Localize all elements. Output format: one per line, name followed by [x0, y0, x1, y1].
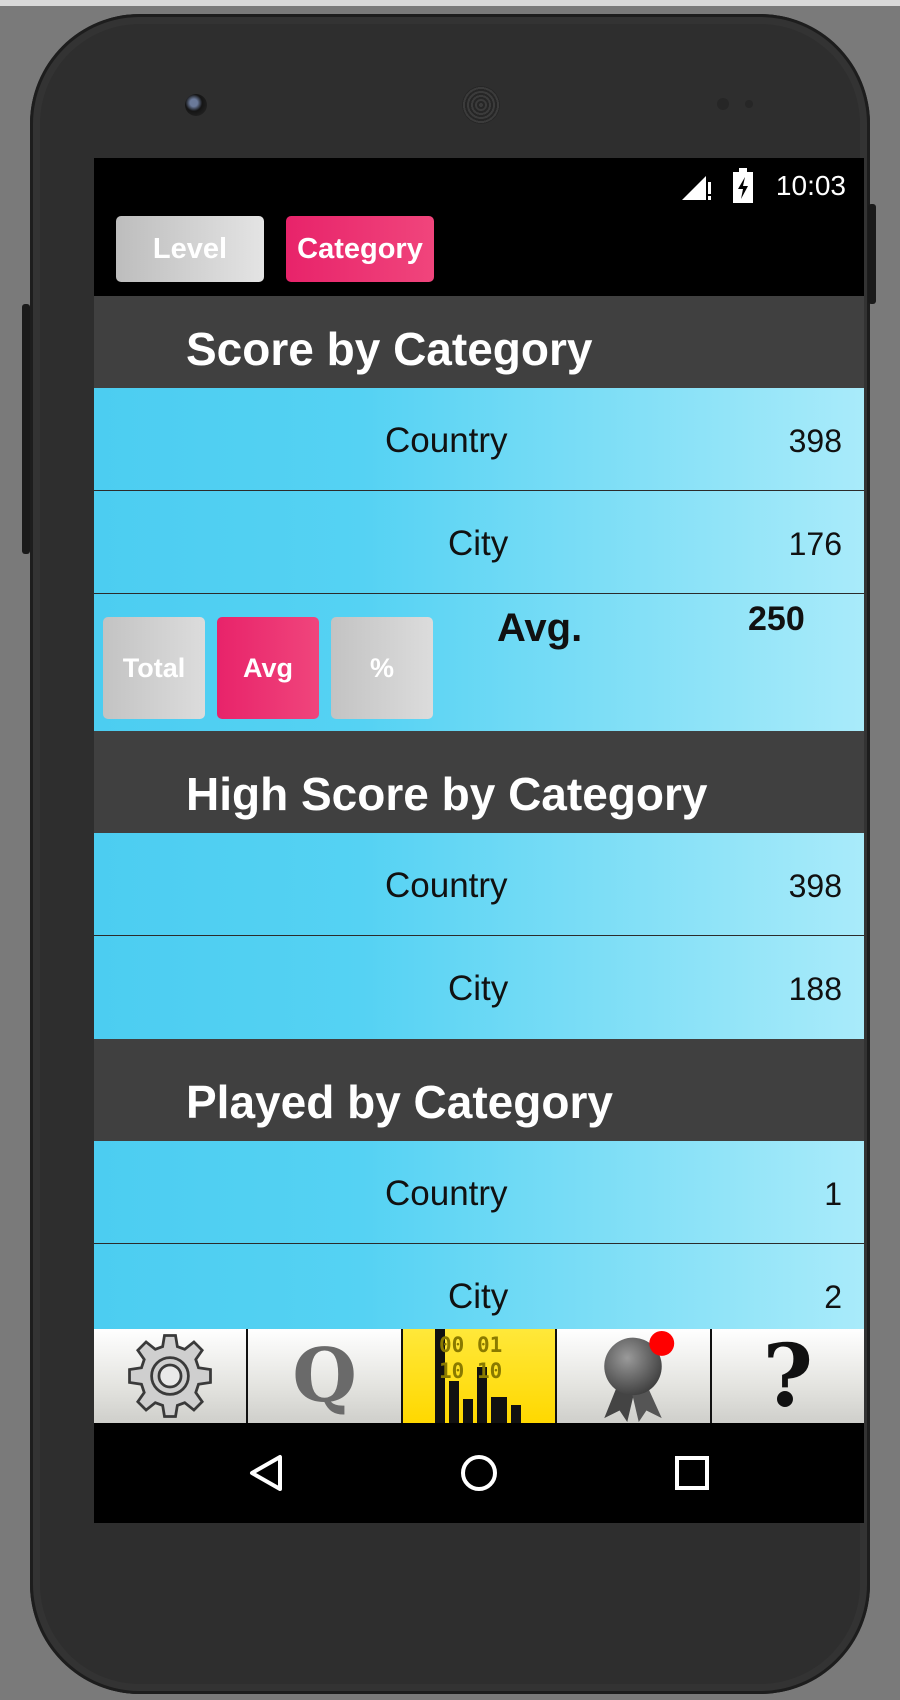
light-sensor	[745, 100, 753, 108]
award-ribbon-icon	[604, 1330, 675, 1422]
power-button	[868, 204, 876, 304]
quiz-q-icon: Q	[292, 1333, 357, 1419]
summary-value: 250	[748, 600, 805, 638]
row-category-label: Country	[385, 866, 508, 905]
binary-text-bottom: 10 10	[439, 1359, 503, 1383]
stats-binary-icon: 00 01 10 10	[431, 1329, 527, 1423]
table-row: Country 398	[94, 388, 864, 491]
status-time: 10:03	[775, 170, 846, 201]
help-question-icon: ?	[762, 1325, 814, 1427]
front-camera	[185, 94, 207, 116]
device-screen: 10:03 Level Category Score by Category C…	[94, 158, 864, 1523]
proximity-sensor	[717, 98, 729, 110]
bottom-nav: Q 00 01 10 10 ?	[94, 1326, 864, 1427]
nav-quiz[interactable]: Q	[248, 1329, 403, 1423]
section-header-played: Played by Category	[94, 1039, 864, 1141]
row-category-label: City	[448, 969, 509, 1008]
section-header-score: Score by Category	[94, 296, 864, 388]
table-row: Country 1	[94, 1141, 864, 1244]
nav-settings[interactable]	[94, 1329, 249, 1423]
section-title: High Score by Category	[186, 768, 708, 820]
stats-content[interactable]: Score by Category Country 398 City 176 T…	[94, 296, 864, 1329]
table-row: Country 398	[94, 833, 864, 936]
section-header-high-score: High Score by Category	[94, 731, 864, 833]
earpiece-speaker	[462, 86, 500, 124]
total-button[interactable]: Total	[103, 617, 205, 719]
back-icon[interactable]	[246, 1453, 286, 1493]
row-category-label: Country	[385, 1174, 508, 1213]
avg-button[interactable]: Avg	[217, 617, 319, 719]
battery-charging-icon	[733, 168, 753, 203]
summary-label: Avg.	[497, 606, 583, 650]
row-category-label: Country	[385, 421, 508, 460]
binary-text-top: 00 01	[439, 1333, 503, 1357]
row-value: 188	[788, 971, 842, 1007]
section-title: Score by Category	[186, 323, 593, 375]
row-value: 398	[788, 423, 842, 459]
nav-stats[interactable]: 00 01 10 10	[402, 1329, 558, 1423]
row-category-label: City	[448, 524, 509, 563]
phone-frame: 10:03 Level Category Score by Category C…	[22, 14, 876, 1694]
tab-level[interactable]: Level	[116, 216, 264, 282]
row-category-label: City	[448, 1277, 509, 1316]
row-value: 1	[824, 1176, 842, 1212]
recents-icon[interactable]	[674, 1455, 710, 1491]
tab-category[interactable]: Category	[286, 216, 434, 282]
notification-dot	[649, 1330, 675, 1356]
row-value: 2	[824, 1279, 842, 1315]
system-nav-bar	[94, 1423, 864, 1523]
volume-button	[22, 304, 30, 554]
section-title: Played by Category	[186, 1076, 613, 1128]
table-row: City 2	[94, 1244, 864, 1329]
percent-button[interactable]: %	[331, 617, 433, 719]
signal-icon	[682, 176, 711, 200]
window-top-strip	[0, 0, 900, 6]
score-controls-row: Total Avg % Avg. 250	[94, 594, 864, 731]
table-row: City 176	[94, 491, 864, 594]
gear-icon	[128, 1334, 213, 1418]
status-bar: 10:03	[94, 158, 864, 214]
table-row: City 188	[94, 936, 864, 1039]
nav-help[interactable]: ?	[711, 1326, 864, 1427]
nav-awards[interactable]	[557, 1329, 712, 1423]
row-value: 398	[788, 868, 842, 904]
row-value: 176	[788, 526, 842, 562]
home-icon[interactable]	[459, 1453, 499, 1493]
